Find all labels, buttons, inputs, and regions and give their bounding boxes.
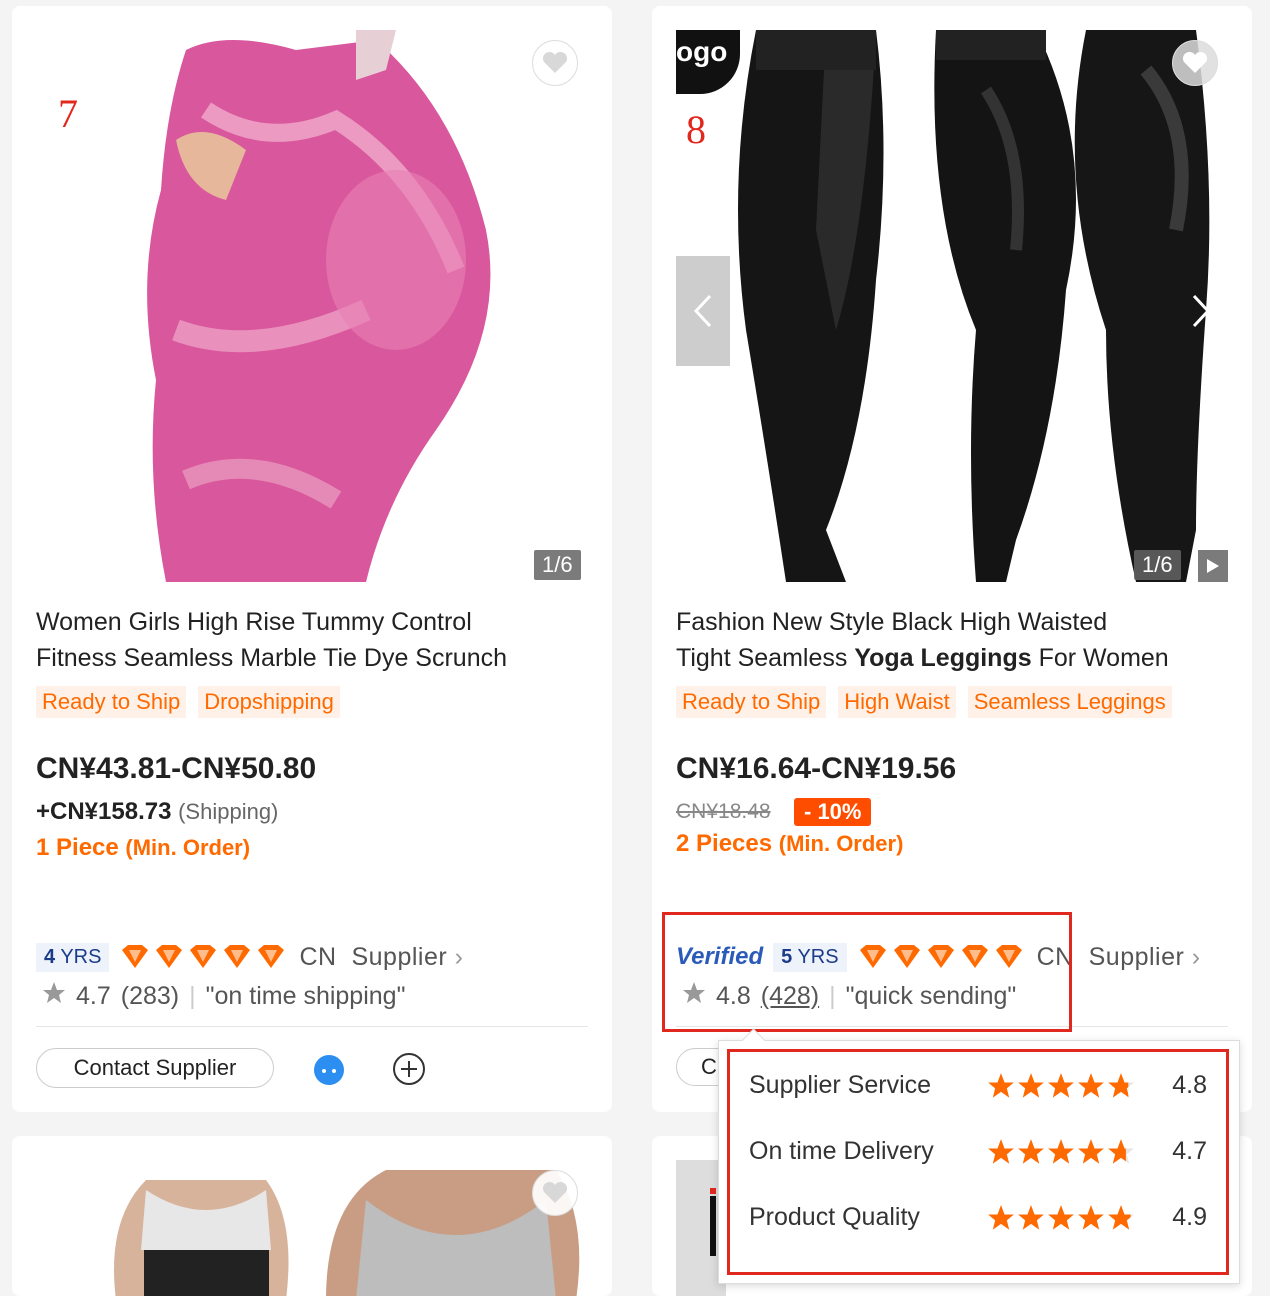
- title-line: Tight Seamless Yoga Leggings For Women: [676, 644, 1169, 672]
- product-title[interactable]: Women Girls High Rise Tummy Control Fitn…: [36, 604, 596, 676]
- rank-number: 7: [58, 91, 78, 136]
- star-rating-icons: [987, 1204, 1167, 1232]
- supplier-rating-popup: Supplier Service 4.8 On time Delivery 4.…: [718, 1028, 1240, 1284]
- rating-value: 4.8: [1172, 1071, 1207, 1099]
- product-image[interactable]: 7 1/6: [36, 30, 588, 582]
- star-rating-icons: [987, 1072, 1167, 1100]
- moq-label: (Min. Order): [125, 835, 251, 860]
- star-icon: [988, 1204, 1014, 1230]
- product-image[interactable]: [36, 1160, 588, 1296]
- rating-supplier-service: Supplier Service 4.8: [749, 1071, 1207, 1100]
- diamond-rating-icons: [119, 944, 289, 970]
- tag-list: Ready to Ship Dropshipping: [36, 686, 340, 718]
- shipping-cost: +CN¥158.73 (Shipping): [36, 798, 278, 826]
- chat-icon[interactable]: [312, 1052, 346, 1091]
- rating-row: 4.7 (283) | "on time shipping": [42, 981, 405, 1012]
- next-image-arrow-icon[interactable]: [1174, 256, 1228, 366]
- add-compare-icon[interactable]: [392, 1052, 426, 1091]
- star-icon: [1078, 1204, 1104, 1230]
- divider: [36, 1026, 588, 1027]
- rating-value: 4.7: [76, 982, 111, 1010]
- play-video-icon[interactable]: [1198, 550, 1228, 582]
- moq-label: (Min. Order): [778, 831, 904, 856]
- star-icon: [1078, 1138, 1104, 1164]
- review-count[interactable]: (283): [121, 982, 179, 1011]
- star-icon: [988, 1072, 1014, 1098]
- original-price: CN¥18.48: [676, 800, 771, 823]
- tag-seamless-leggings: Seamless Leggings: [967, 686, 1172, 718]
- rating-label: Product Quality: [749, 1203, 920, 1231]
- prev-image-arrow-icon[interactable]: [676, 256, 730, 366]
- supplier-info: 4 YRS CN Supplier ›: [36, 940, 463, 974]
- rating-value: 4.7: [1172, 1137, 1207, 1165]
- black-leggings-image: [676, 30, 1228, 582]
- star-icon: [1018, 1138, 1044, 1164]
- title-line: Fitness Seamless Marble Tie Dye Scrunch: [36, 644, 508, 672]
- supplier-highlight-box: [662, 912, 1072, 1032]
- title-line: Women Girls High Rise Tummy Control: [36, 608, 472, 636]
- chevron-right-icon: ›: [454, 942, 464, 971]
- image-counter: 1/6: [1134, 550, 1181, 580]
- star-icon: [1048, 1072, 1074, 1098]
- review-quote: "on time shipping": [205, 982, 406, 1010]
- product-card-partial[interactable]: [12, 1136, 612, 1296]
- star-rating-icons: [987, 1138, 1167, 1166]
- chevron-right-icon: ›: [1191, 942, 1201, 971]
- tag-dropshipping: Dropshipping: [198, 686, 340, 718]
- price-range: CN¥16.64-CN¥19.56: [676, 752, 957, 785]
- shipping-label: (Shipping): [178, 799, 279, 824]
- rating-label: On time Delivery: [749, 1137, 934, 1165]
- rank-number: 8: [686, 107, 706, 152]
- title-line: Fashion New Style Black High Waisted: [676, 608, 1108, 636]
- star-icon: [1018, 1204, 1044, 1230]
- star-icon: [1018, 1072, 1044, 1098]
- tag-high-waist: High Waist: [838, 686, 956, 718]
- contact-supplier-button[interactable]: Contact Supplier: [36, 1048, 274, 1088]
- star-icon: [1108, 1072, 1134, 1098]
- favorite-heart-icon[interactable]: [532, 1170, 578, 1216]
- supplier-link[interactable]: CN Supplier ›: [299, 943, 463, 972]
- image-counter: 1/6: [534, 550, 581, 580]
- shipping-price: +CN¥158.73: [36, 798, 172, 825]
- star-icon: [1108, 1138, 1134, 1164]
- price-range: CN¥43.81-CN¥50.80: [36, 752, 317, 785]
- product-image[interactable]: ogo 8 1/6: [676, 30, 1228, 582]
- star-icon: [42, 981, 66, 1012]
- rating-product-quality: Product Quality 4.9: [749, 1203, 1207, 1232]
- years-badge: 4 YRS: [36, 942, 110, 972]
- moq-qty: 2 Pieces: [676, 830, 773, 857]
- rating-value: 4.9: [1172, 1203, 1207, 1231]
- tag-ready-to-ship: Ready to Ship: [676, 686, 827, 718]
- product-card-7[interactable]: 7 1/6 Women Girls High Rise Tummy Contro…: [12, 6, 612, 1112]
- product-title[interactable]: Fashion New Style Black High Waisted Tig…: [676, 604, 1236, 676]
- favorite-heart-icon[interactable]: [532, 40, 578, 86]
- favorite-heart-icon[interactable]: [1172, 40, 1218, 86]
- tag-list: Ready to Ship High Waist Seamless Leggin…: [676, 686, 1172, 718]
- tag-ready-to-ship: Ready to Ship: [36, 686, 187, 718]
- moq-qty: 1 Piece: [36, 834, 119, 861]
- shapewear-image: [36, 1160, 588, 1296]
- star-icon: [1048, 1204, 1074, 1230]
- discount-badge: - 10%: [794, 798, 872, 826]
- pink-leggings-image: [36, 30, 588, 582]
- rating-on-time-delivery: On time Delivery 4.7: [749, 1137, 1207, 1166]
- star-icon: [1108, 1204, 1134, 1230]
- rating-label: Supplier Service: [749, 1071, 932, 1099]
- star-icon: [1048, 1138, 1074, 1164]
- min-order: 1 Piece (Min. Order): [36, 834, 250, 862]
- star-icon: [988, 1138, 1014, 1164]
- min-order: 2 Pieces (Min. Order): [676, 830, 903, 858]
- star-icon: [1078, 1072, 1104, 1098]
